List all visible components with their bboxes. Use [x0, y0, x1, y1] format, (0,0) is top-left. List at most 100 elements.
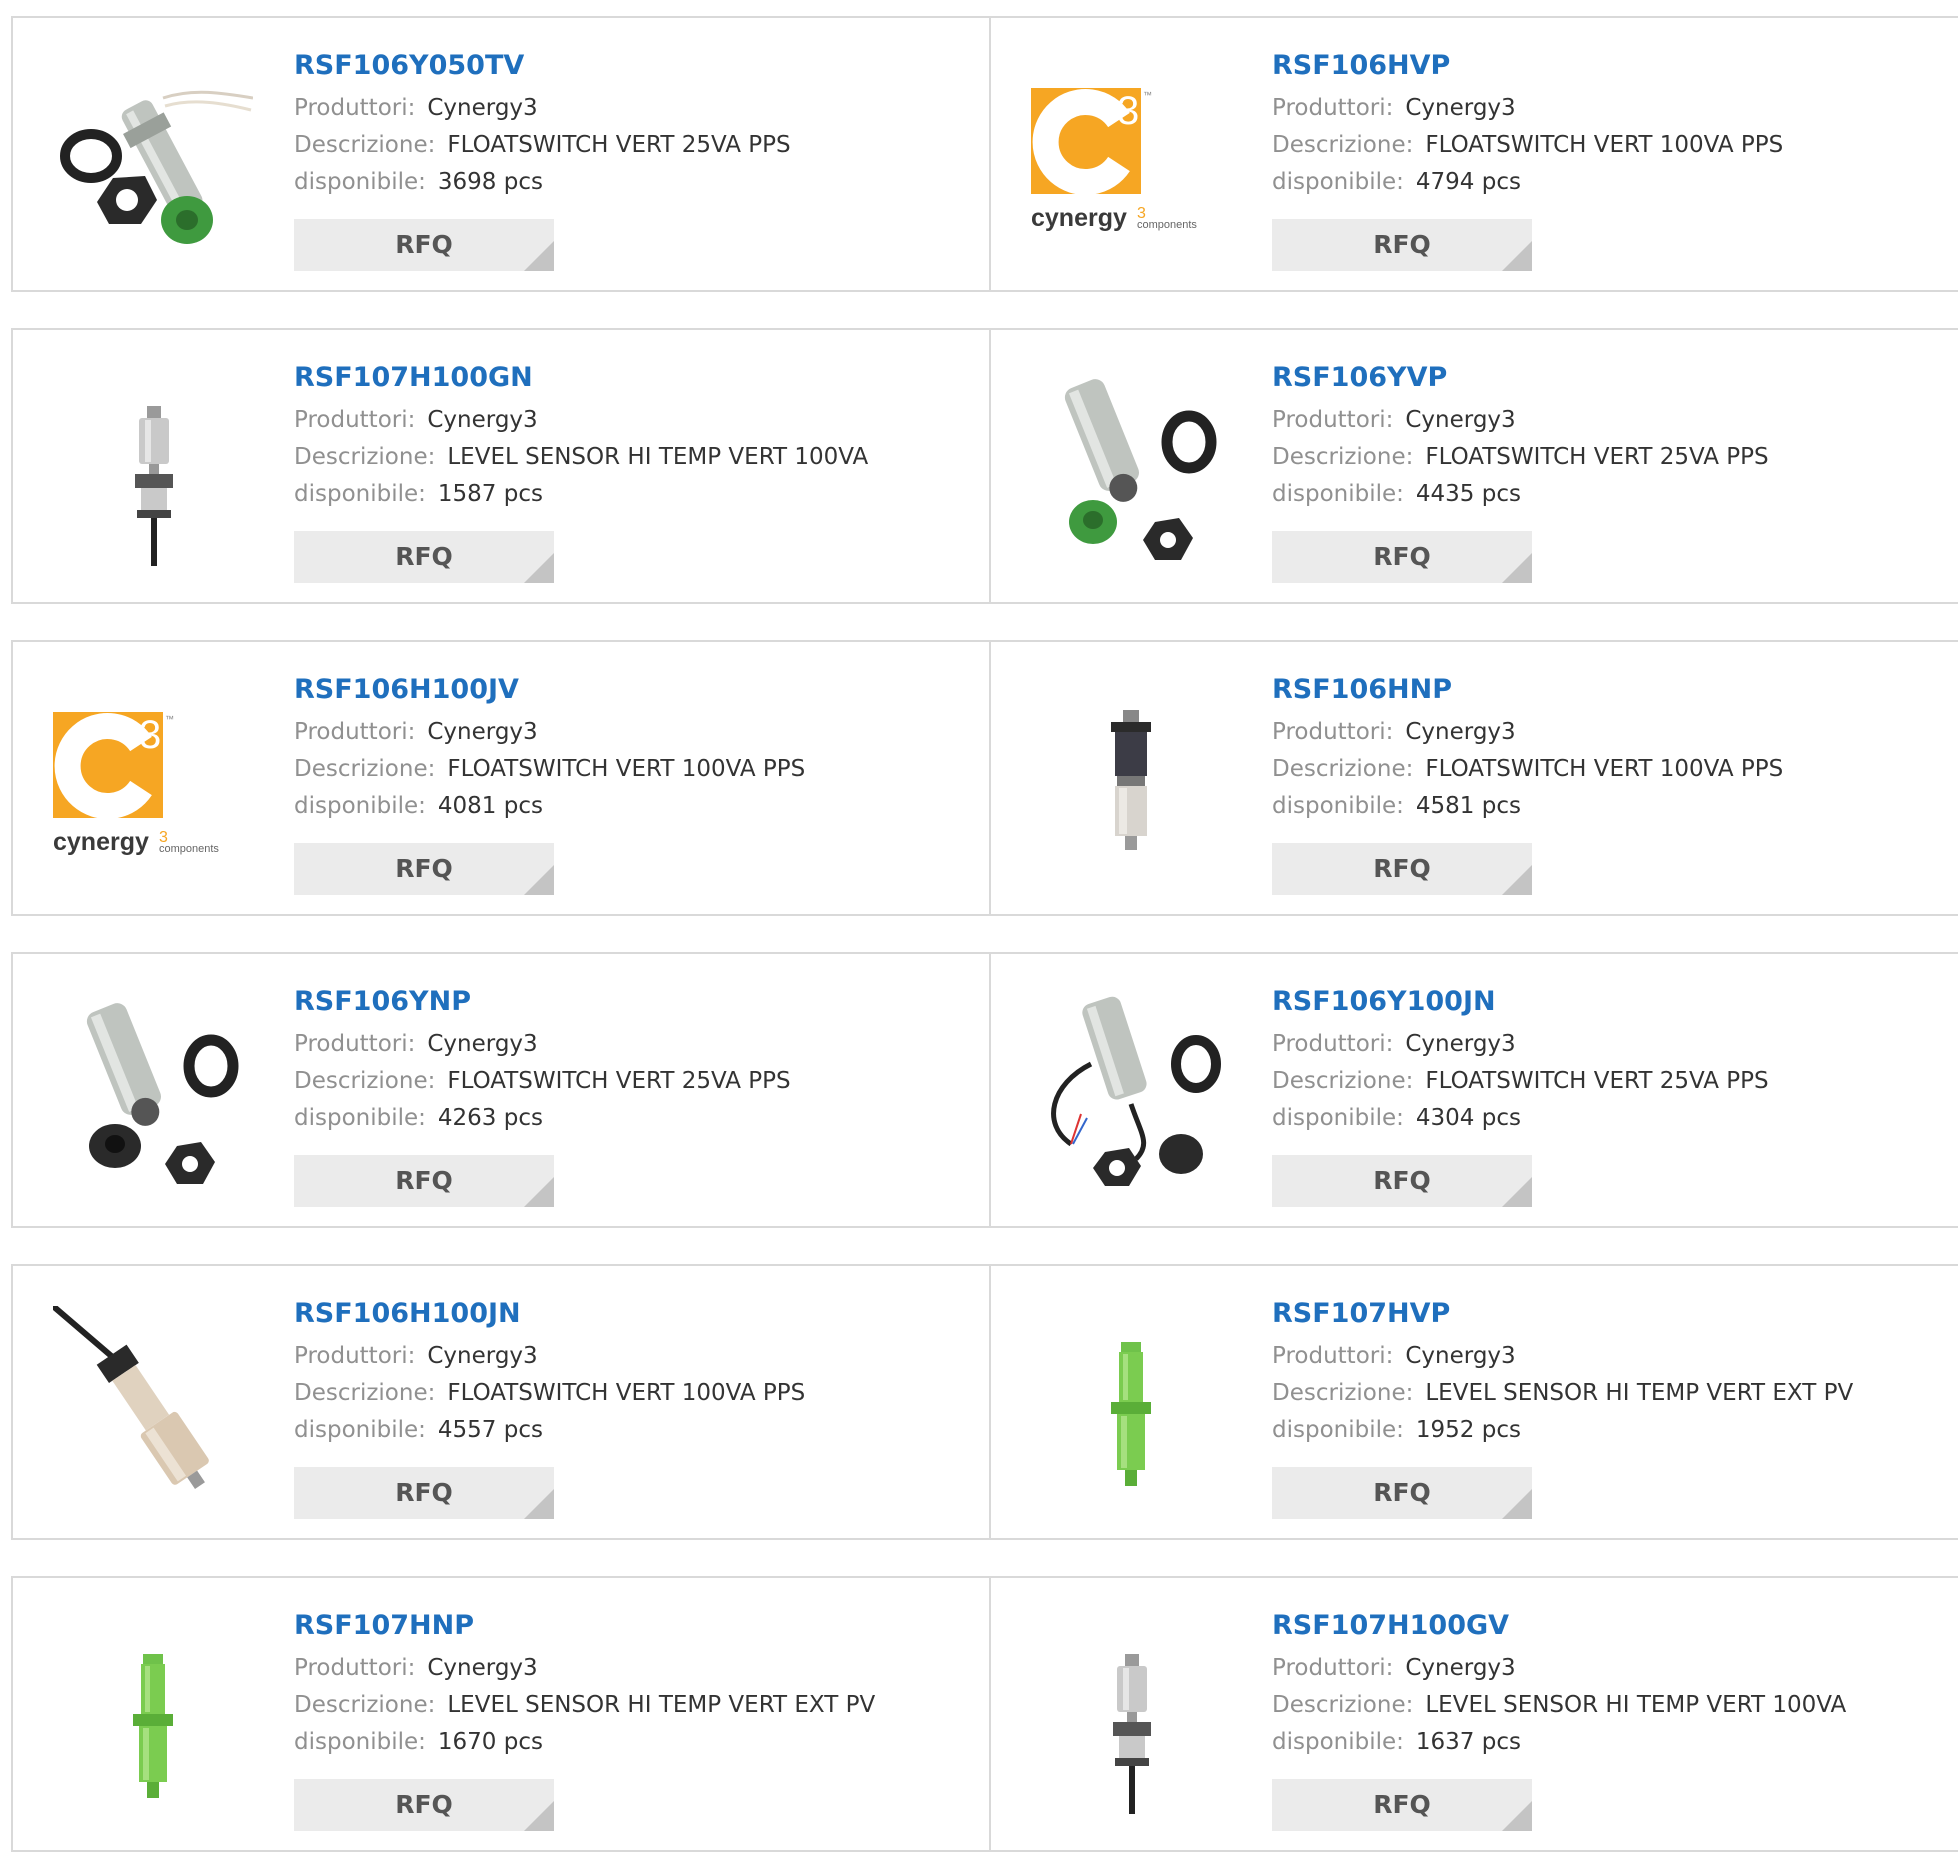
- svg-text:3: 3: [1117, 89, 1139, 133]
- availability-label: disponibile:: [1272, 1729, 1404, 1755]
- product-name-link[interactable]: RSF106H100JV: [294, 670, 954, 710]
- product-image[interactable]: [53, 994, 253, 1194]
- product-image[interactable]: [1031, 994, 1231, 1194]
- description-value: FLOATSWITCH VERT 100VA PPS: [447, 1380, 806, 1406]
- manufacturer-value: Cynergy3: [427, 407, 538, 433]
- rfq-label: RFQ: [1373, 542, 1431, 571]
- product-name-link[interactable]: RSF106H100JN: [294, 1294, 954, 1334]
- product-name-link[interactable]: RSF107HVP: [1272, 1294, 1932, 1334]
- description-row: Descrizione: FLOATSWITCH VERT 100VA PPS: [294, 751, 954, 788]
- product-name-link[interactable]: RSF107H100GV: [1272, 1606, 1932, 1646]
- rfq-button[interactable]: RFQ: [1272, 843, 1532, 895]
- description-label: Descrizione:: [294, 1692, 436, 1718]
- product-image[interactable]: [1031, 682, 1231, 882]
- availability-row: disponibile: 4557 pcs: [294, 1412, 954, 1449]
- product-image[interactable]: [53, 58, 253, 258]
- product-name-link[interactable]: RSF106YNP: [294, 982, 954, 1022]
- description-label: Descrizione:: [1272, 1068, 1414, 1094]
- availability-value: 1670 pcs: [437, 1729, 543, 1755]
- float-switch-kit-with-cable-icon: [1031, 994, 1231, 1194]
- product-info: RSF106HVP Produttori: Cynergy3 Descrizione:…: [1272, 46, 1932, 201]
- product-image[interactable]: 3 ™ cynergy 3 components: [53, 682, 253, 882]
- description-label: Descrizione:: [294, 1380, 436, 1406]
- product-name-link[interactable]: RSF107HNP: [294, 1606, 954, 1646]
- product-name-link[interactable]: RSF106HNP: [1272, 670, 1932, 710]
- product-image[interactable]: [1031, 1306, 1231, 1506]
- description-value: LEVEL SENSOR HI TEMP VERT 100VA: [1425, 1692, 1847, 1718]
- rfq-label: RFQ: [1373, 854, 1431, 883]
- product-image[interactable]: [1031, 1618, 1231, 1818]
- manufacturer-label: Produttori:: [294, 407, 416, 433]
- product-info: RSF107HNP Produttori: Cynergy3 Descrizione:…: [294, 1606, 954, 1761]
- description-row: Descrizione: FLOATSWITCH VERT 25VA PPS: [1272, 439, 1932, 476]
- float-switch-kit-black-float-icon: [53, 994, 253, 1194]
- rfq-button[interactable]: RFQ: [294, 1155, 554, 1207]
- rfq-button[interactable]: RFQ: [1272, 1467, 1532, 1519]
- product-card: RSF107HNP Produttori: Cynergy3 Descrizione:…: [11, 1576, 992, 1852]
- availability-value: 1952 pcs: [1415, 1417, 1521, 1443]
- product-name-link[interactable]: RSF106Y050TV: [294, 46, 954, 86]
- rfq-label: RFQ: [395, 854, 453, 883]
- manufacturer-value: Cynergy3: [427, 1343, 538, 1369]
- availability-value: 1587 pcs: [437, 481, 543, 507]
- rfq-label: RFQ: [395, 542, 453, 571]
- product-image[interactable]: 3 ™ cynergy 3 components: [1031, 58, 1231, 258]
- manufacturer-label: Produttori:: [294, 1031, 416, 1057]
- rfq-label: RFQ: [1373, 1166, 1431, 1195]
- manufacturer-row: Produttori: Cynergy3: [294, 1338, 954, 1375]
- product-info: RSF106Y050TV Produttori: Cynergy3 Descrizio…: [294, 46, 954, 201]
- rfq-button[interactable]: RFQ: [294, 1467, 554, 1519]
- svg-text:cynergy: cynergy: [53, 828, 149, 856]
- description-label: Descrizione:: [1272, 132, 1414, 158]
- rfq-button[interactable]: RFQ: [294, 531, 554, 583]
- product-image[interactable]: [53, 1618, 253, 1818]
- green-level-sensor-icon: [53, 1618, 253, 1818]
- rfq-label: RFQ: [1373, 230, 1431, 259]
- manufacturer-row: Produttori: Cynergy3: [294, 714, 954, 751]
- rfq-button[interactable]: RFQ: [294, 843, 554, 895]
- manufacturer-value: Cynergy3: [427, 1655, 538, 1681]
- float-switch-kit-with-wires-icon: [53, 58, 253, 258]
- manufacturer-label: Produttori:: [294, 1655, 416, 1681]
- manufacturer-value: Cynergy3: [427, 1031, 538, 1057]
- product-card: RSF106Y100JN Produttori: Cynergy3 Descrizio…: [989, 952, 1958, 1228]
- manufacturer-row: Produttori: Cynergy3: [1272, 1650, 1932, 1687]
- product-name-link[interactable]: RSF106Y100JN: [1272, 982, 1932, 1022]
- availability-value: 3698 pcs: [437, 169, 543, 195]
- manufacturer-row: Produttori: Cynergy3: [1272, 1338, 1932, 1375]
- description-row: Descrizione: FLOATSWITCH VERT 100VA PPS: [294, 1375, 954, 1412]
- manufacturer-row: Produttori: Cynergy3: [1272, 90, 1932, 127]
- product-image[interactable]: [1031, 370, 1231, 570]
- cynergy3-logo-icon: 3 ™ cynergy 3 components: [53, 682, 253, 882]
- description-label: Descrizione:: [294, 132, 436, 158]
- angled-float-switch-with-cable-icon: [53, 1306, 253, 1506]
- product-info: RSF107H100GN Produttori: Cynergy3 Descrizio…: [294, 358, 954, 513]
- rfq-button[interactable]: RFQ: [1272, 219, 1532, 271]
- rfq-button[interactable]: RFQ: [1272, 1779, 1532, 1831]
- product-info: RSF107HVP Produttori: Cynergy3 Descrizione:…: [1272, 1294, 1932, 1449]
- svg-text:™: ™: [1143, 90, 1152, 100]
- availability-row: disponibile: 4581 pcs: [1272, 788, 1932, 825]
- corner-fold-icon: [1502, 553, 1532, 583]
- product-image[interactable]: [53, 370, 253, 570]
- product-name-link[interactable]: RSF106HVP: [1272, 46, 1932, 86]
- product-card: RSF106H100JN Produttori: Cynergy3 Descrizio…: [11, 1264, 992, 1540]
- manufacturer-label: Produttori:: [1272, 95, 1394, 121]
- description-label: Descrizione:: [294, 1068, 436, 1094]
- rfq-button[interactable]: RFQ: [1272, 531, 1532, 583]
- availability-value: 1637 pcs: [1415, 1729, 1521, 1755]
- corner-fold-icon: [524, 553, 554, 583]
- rfq-button[interactable]: RFQ: [294, 219, 554, 271]
- corner-fold-icon: [1502, 1801, 1532, 1831]
- availability-row: disponibile: 4081 pcs: [294, 788, 954, 825]
- manufacturer-label: Produttori:: [294, 1343, 416, 1369]
- rfq-button[interactable]: RFQ: [294, 1779, 554, 1831]
- description-label: Descrizione:: [1272, 1692, 1414, 1718]
- manufacturer-value: Cynergy3: [1405, 719, 1516, 745]
- manufacturer-row: Produttori: Cynergy3: [294, 402, 954, 439]
- product-name-link[interactable]: RSF106YVP: [1272, 358, 1932, 398]
- product-name-link[interactable]: RSF107H100GN: [294, 358, 954, 398]
- product-image[interactable]: [53, 1306, 253, 1506]
- rfq-button[interactable]: RFQ: [1272, 1155, 1532, 1207]
- availability-row: disponibile: 1587 pcs: [294, 476, 954, 513]
